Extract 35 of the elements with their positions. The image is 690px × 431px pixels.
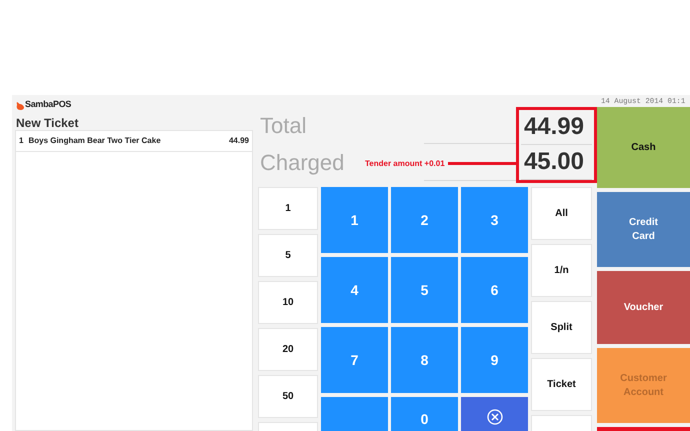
payment-button[interactable]: Voucher <box>597 271 690 344</box>
payment-button[interactable]: Credit Card <box>597 192 690 267</box>
digit-key[interactable]: 8 <box>391 327 458 393</box>
digit-key[interactable]: 4 <box>321 257 388 323</box>
action-button[interactable]: Ticket <box>531 358 592 411</box>
digit-key[interactable]: 2 <box>391 187 458 253</box>
digit-key[interactable]: 0 <box>391 397 458 431</box>
amount-button[interactable]: 50 <box>258 375 318 418</box>
action-button[interactable]: All <box>531 187 592 240</box>
digit-key[interactable]: 5 <box>391 257 458 323</box>
annotation-text: Tender amount +0.01 <box>365 158 445 170</box>
action-button[interactable]: Split <box>531 301 592 354</box>
item-price: 44.99 <box>228 135 249 147</box>
amount-button[interactable]: 20 <box>258 328 318 371</box>
flame-icon <box>16 100 24 110</box>
total-amount: 45.00 <box>521 145 592 180</box>
amount-button[interactable]: 1 <box>258 187 318 230</box>
action-button[interactable]: 1/n <box>531 244 592 297</box>
amount-button[interactable]: 10 <box>258 281 318 324</box>
digit-key[interactable]: 1 <box>321 187 388 253</box>
payment-button[interactable]: Cash <box>597 107 690 188</box>
item-quantity: 1 <box>19 135 24 147</box>
logo-text: SambaPOS <box>25 98 72 112</box>
digit-key[interactable]: 7 <box>321 327 388 393</box>
payment-button: Customer Account <box>597 348 690 423</box>
total-amount: 44.99 <box>521 110 592 145</box>
total-label: Total <box>259 112 308 140</box>
circle-x-icon <box>486 409 502 425</box>
digit-key[interactable]: 9 <box>461 327 528 393</box>
ticket-title: New Ticket <box>15 115 80 130</box>
digit-key[interactable]: 6 <box>461 257 528 323</box>
total-label: Charged <box>259 149 346 177</box>
amount-button[interactable]: 5 <box>258 234 318 277</box>
digit-key[interactable]: 3 <box>461 187 528 253</box>
item-name: Boys Gingham Bear Two Tier Cake <box>28 135 162 147</box>
